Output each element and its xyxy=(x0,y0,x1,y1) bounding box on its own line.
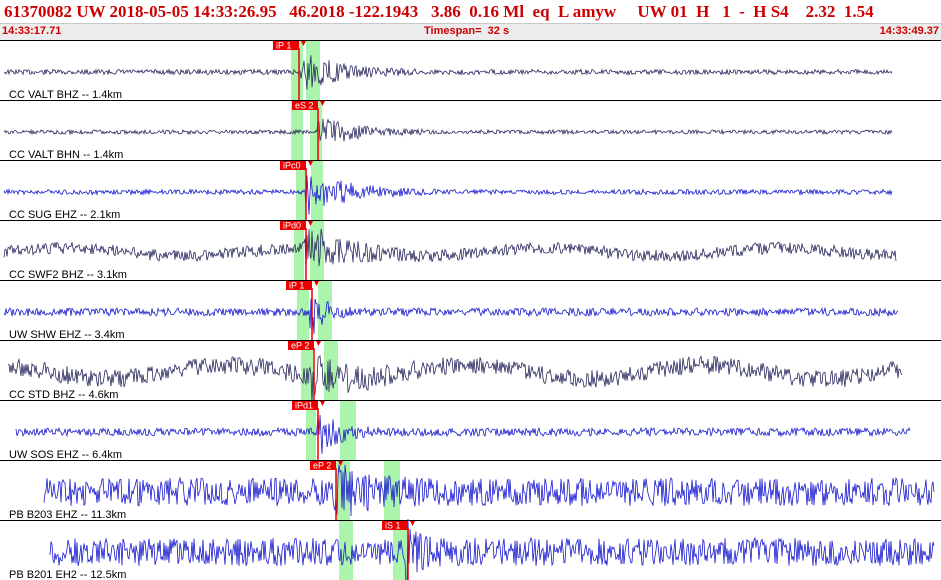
waveform-trace xyxy=(15,412,911,454)
pick-phase-label: iS 1 xyxy=(385,521,401,531)
pick-phase-label: iPd0 xyxy=(283,221,301,231)
time-axis-bar: 14:33:17.71 Timespan= 32 s 14:33:49.37 xyxy=(0,23,941,41)
pick-triangle-icon xyxy=(410,521,415,526)
pick-phase-label: iP 1 xyxy=(289,281,304,291)
pick-window-band xyxy=(340,401,356,460)
event-summary-title: 61370082 UW 2018-05-05 14:33:26.95 46.20… xyxy=(4,2,874,21)
timespan-label: Timespan= 32 s xyxy=(424,25,510,37)
waveform-trace xyxy=(3,228,897,270)
station-label: UW SOS EHZ -- 6.4km xyxy=(9,449,122,461)
start-time: 14:33:17.71 xyxy=(2,25,62,37)
trace-panel[interactable]: iP 1 UW SHW EHZ -- 3.4km xyxy=(0,280,941,342)
station-label: PB B203 EHZ -- 11.3km xyxy=(9,509,126,521)
seismogram-panel[interactable]: iP 1 CC VALT BHZ -- 1.4km eS 2 CC VALT BHN … xyxy=(0,40,941,580)
station-label: CC SUG EHZ -- 2.1km xyxy=(9,209,120,221)
pick-phase-label: iPc0 xyxy=(283,161,301,171)
pick-phase-label: eS 2 xyxy=(295,101,314,111)
trace-panel[interactable]: iPd0 CC SWF2 BHZ -- 3.1km xyxy=(0,220,941,282)
pick-triangle-icon xyxy=(316,341,321,346)
pick-phase-label: eP 2 xyxy=(291,341,309,351)
waveform-trace xyxy=(43,464,935,517)
trace-panel[interactable]: iPd1 UW SOS EHZ -- 6.4km xyxy=(0,400,941,462)
pick-phase-label: eP 2 xyxy=(313,461,331,471)
waveform-trace xyxy=(7,354,903,404)
pick-window-band xyxy=(310,221,324,280)
waveform-trace xyxy=(3,118,893,142)
station-label: CC SWF2 BHZ -- 3.1km xyxy=(9,269,127,281)
end-time: 14:33:49.37 xyxy=(879,25,939,37)
waveform-trace xyxy=(3,298,899,334)
trace-panel[interactable]: iPc0 CC SUG EHZ -- 2.1km xyxy=(0,160,941,222)
waveform-trace xyxy=(3,55,893,90)
trace-panel[interactable]: eP 2 CC STD BHZ -- 4.6km xyxy=(0,340,941,404)
station-label: PB B201 EH2 -- 12.5km xyxy=(9,569,126,580)
trace-panel[interactable]: eS 2 CC VALT BHN -- 1.4km xyxy=(0,100,941,162)
station-label: UW SHW EHZ -- 3.4km xyxy=(9,329,125,341)
trace-panel[interactable]: eP 2 PB B203 EHZ -- 11.3km xyxy=(0,460,941,522)
waveform-trace xyxy=(3,175,893,215)
pick-window-band xyxy=(324,341,338,400)
pick-phase-label: iP 1 xyxy=(276,41,291,51)
station-label: CC VALT BHN -- 1.4km xyxy=(9,149,123,161)
trace-panel[interactable]: iS 1 PB B201 EH2 -- 12.5km xyxy=(0,518,941,580)
pick-triangle-icon xyxy=(320,401,325,406)
station-label: CC VALT BHZ -- 1.4km xyxy=(9,89,122,101)
pick-phase-label: iPd1 xyxy=(295,401,313,411)
header: 61370082 UW 2018-05-05 14:33:26.95 46.20… xyxy=(0,0,941,41)
trace-panel[interactable]: iP 1 CC VALT BHZ -- 1.4km xyxy=(0,40,941,102)
waveform-trace xyxy=(49,518,935,580)
station-label: CC STD BHZ -- 4.6km xyxy=(9,389,118,401)
